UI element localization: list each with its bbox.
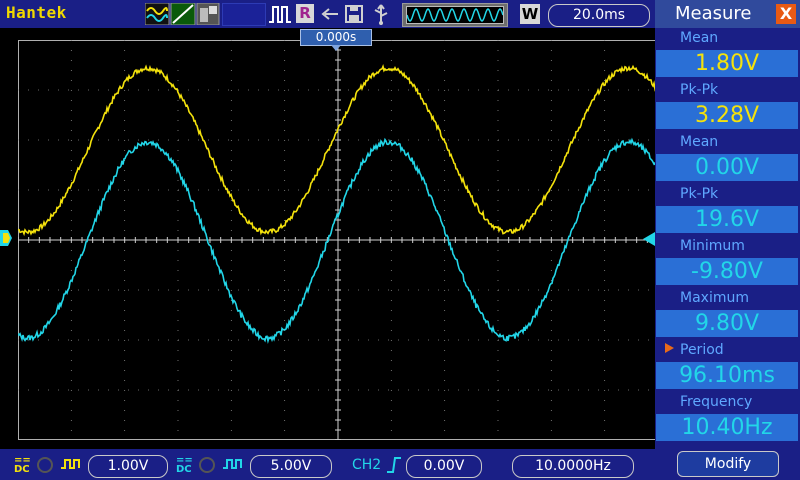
display-mode-icons[interactable] xyxy=(145,3,220,25)
measure-label: Mean xyxy=(680,30,719,46)
trigger-level-readout[interactable]: 0.00V xyxy=(406,455,482,478)
status-slot xyxy=(222,3,266,26)
top-status-bar: Hantek R W 20.0ms xyxy=(0,0,655,28)
trigger-position-label[interactable]: 0.000s xyxy=(300,29,372,46)
record-button[interactable]: R xyxy=(296,4,314,23)
measure-label: Pk-Pk xyxy=(680,82,719,98)
measure-value[interactable]: 0.00V xyxy=(656,154,798,181)
measure-panel-header: Measure X xyxy=(655,0,800,28)
ch2-coupling-icon[interactable]: == DC xyxy=(176,456,193,475)
measure-value[interactable]: 10.40Hz xyxy=(656,414,798,441)
memory-waveform-icon xyxy=(406,8,504,22)
trigger-rising-edge-icon[interactable] xyxy=(386,456,402,474)
measure-panel: Measure X Mean 1.80V Pk-Pk 3.28V Mean 0.00V Pk… xyxy=(655,0,800,480)
measure-label: Maximum xyxy=(680,290,749,306)
measure-value[interactable]: 3.28V xyxy=(656,102,798,129)
trigger-source[interactable]: CH2 xyxy=(352,457,381,473)
measure-title: Measure xyxy=(675,3,752,24)
scope-screen[interactable] xyxy=(18,40,658,440)
measure-value[interactable]: -9.80V xyxy=(656,258,798,285)
ch1-volts-div[interactable]: 1.00V xyxy=(88,455,168,478)
trigger-level-marker[interactable] xyxy=(643,232,655,246)
trigger-position-pointer xyxy=(331,45,341,51)
graticule xyxy=(18,40,658,440)
modify-button[interactable]: Modify xyxy=(677,451,779,477)
measure-value[interactable]: 9.80V xyxy=(656,310,798,337)
ch2-volts-div[interactable]: 5.00V xyxy=(250,455,332,478)
selected-item-arrow-icon xyxy=(665,343,674,353)
usb-icon xyxy=(374,4,388,25)
measure-value[interactable]: 19.6V xyxy=(656,206,798,233)
ch2-bandwidth-icon xyxy=(199,457,215,473)
brand-logo: Hantek xyxy=(6,3,67,22)
return-arrow-icon[interactable] xyxy=(320,3,340,25)
measure-label: Pk-Pk xyxy=(680,186,719,202)
ch1-bandwidth-icon xyxy=(37,457,53,473)
timebase-readout[interactable]: 20.0ms xyxy=(548,4,650,27)
ch2-invert-icon xyxy=(223,459,242,469)
measure-value[interactable]: 1.80V xyxy=(656,50,798,77)
ch1-ground-marker[interactable] xyxy=(0,230,12,246)
memory-depth-indicator xyxy=(402,3,508,27)
frequency-counter-readout: 10.0000Hz xyxy=(512,455,634,478)
measure-label: Period xyxy=(680,342,724,358)
measure-label: Frequency xyxy=(680,394,753,410)
ch1-coupling-icon[interactable]: == DC xyxy=(14,456,31,475)
measure-label: Mean xyxy=(680,134,719,150)
measure-label: Minimum xyxy=(680,238,745,254)
close-icon[interactable]: X xyxy=(776,4,796,24)
save-icon[interactable] xyxy=(344,3,364,25)
pulse-run-icon[interactable] xyxy=(268,3,292,25)
measure-value[interactable]: 96.10ms xyxy=(656,362,798,389)
waveform-button[interactable]: W xyxy=(520,4,540,24)
ch1-invert-icon xyxy=(61,459,80,469)
